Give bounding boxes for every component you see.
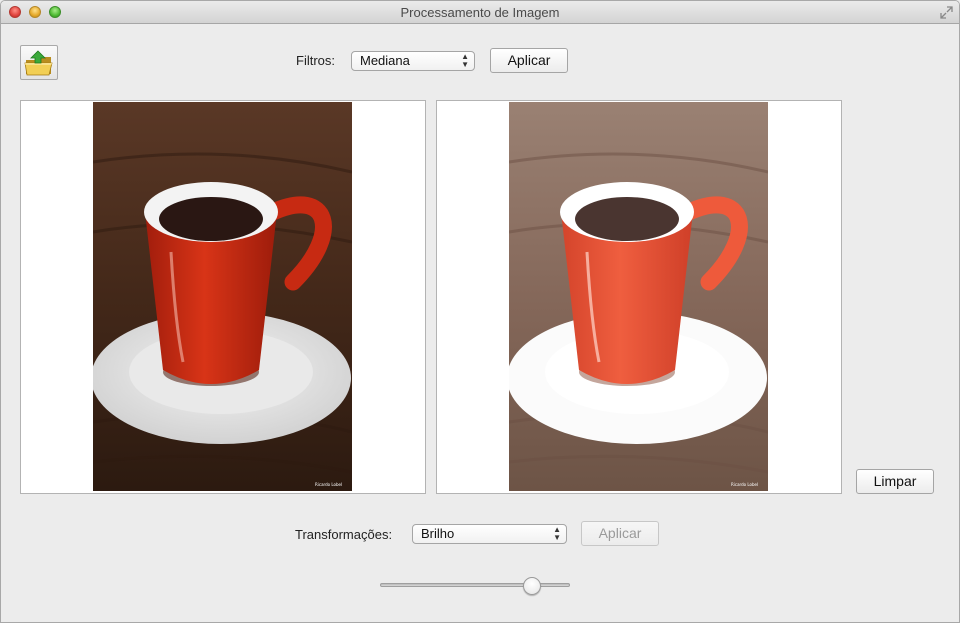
brightness-slider-track[interactable] <box>380 583 570 587</box>
clear-button[interactable]: Limpar <box>856 469 934 494</box>
app-window: Processamento de Imagem Filtros: Mediana… <box>0 0 960 623</box>
brightness-slider-knob[interactable] <box>523 577 541 595</box>
select-arrows-icon: ▲ ▼ <box>553 525 561 542</box>
original-image: Ricardo Lobel <box>93 102 352 491</box>
folder-open-icon <box>24 50 53 76</box>
filters-selected-value: Mediana <box>360 53 410 68</box>
original-image-watermark: Ricardo Lobel <box>315 482 342 487</box>
processed-image-watermark: Ricardo Lobel <box>731 482 758 487</box>
filters-select[interactable]: Mediana ▲ ▼ <box>351 51 475 71</box>
open-image-button[interactable] <box>20 45 58 80</box>
transforms-selected-value: Brilho <box>421 526 455 541</box>
processed-image: Ricardo Lobel <box>509 102 768 491</box>
fullscreen-icon[interactable] <box>940 6 953 19</box>
apply-filter-button[interactable]: Aplicar <box>490 48 568 73</box>
transforms-label: Transformações: <box>295 527 393 542</box>
processed-image-panel: Ricardo Lobel <box>436 100 842 494</box>
window-title: Processamento de Imagem <box>400 5 560 20</box>
transforms-select[interactable]: Brilho ▲ ▼ <box>412 524 567 544</box>
select-arrows-icon: ▲ ▼ <box>461 52 469 69</box>
apply-transform-button[interactable]: Aplicar <box>581 521 659 546</box>
title-bar[interactable]: Processamento de Imagem <box>1 1 959 24</box>
original-image-panel: Ricardo Lobel <box>20 100 426 494</box>
filters-label: Filtros: <box>296 53 335 68</box>
